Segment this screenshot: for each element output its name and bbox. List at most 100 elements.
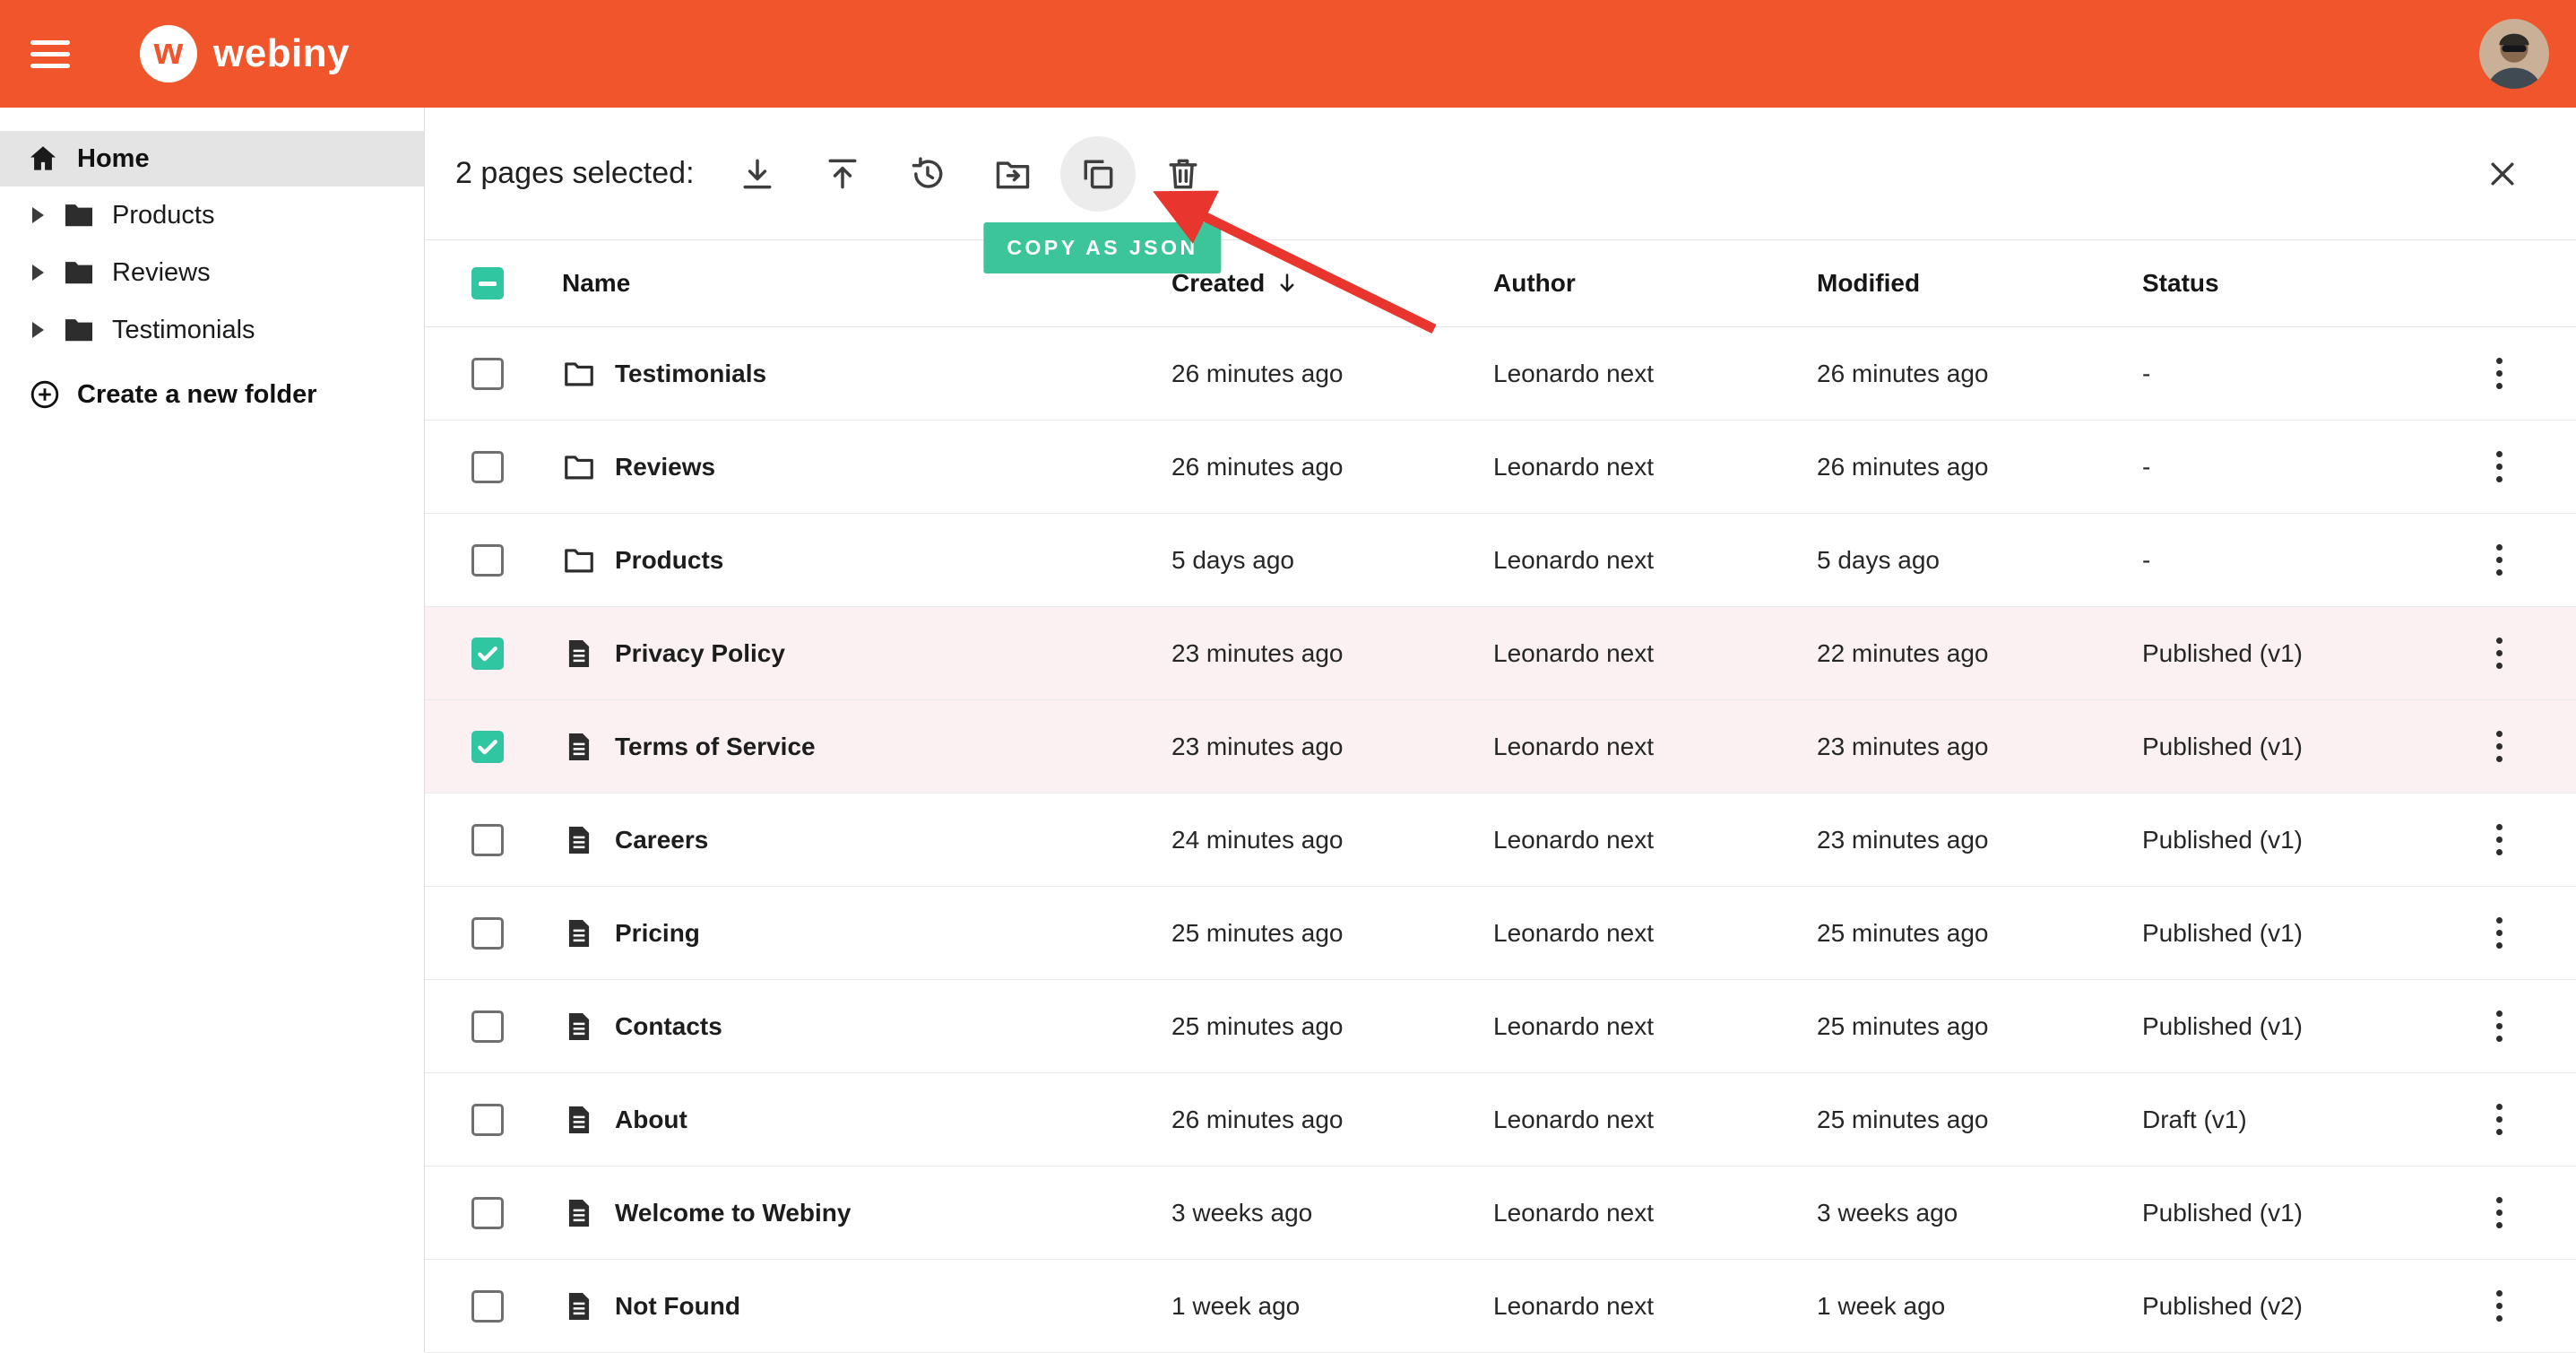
table-row[interactable]: Terms of Service 23 minutes ago Leonardo… (425, 700, 2576, 794)
row-name: Reviews (615, 453, 715, 481)
row-checkbox[interactable] (471, 358, 504, 390)
menu-icon[interactable] (30, 34, 81, 74)
download-button[interactable] (714, 131, 800, 217)
delete-button[interactable] (1140, 131, 1225, 217)
folder-icon (562, 543, 596, 577)
row-checkbox[interactable] (471, 451, 504, 483)
row-status: Published (v1) (2142, 639, 2468, 668)
table-row[interactable]: Products 5 days ago Leonardo next 5 days… (425, 514, 2576, 607)
row-name-cell[interactable]: Terms of Service (507, 730, 1171, 764)
copy-button[interactable] (1055, 131, 1140, 217)
sidebar-item-home[interactable]: Home (0, 131, 424, 186)
table-row[interactable]: Testimonials 26 minutes ago Leonardo nex… (425, 327, 2576, 421)
row-modified: 23 minutes ago (1817, 826, 2142, 854)
row-created: 26 minutes ago (1171, 1106, 1493, 1134)
sidebar: Home Products Reviews Testimonials (0, 108, 425, 1352)
table-row[interactable]: Welcome to Webiny 3 weeks ago Leonardo n… (425, 1167, 2576, 1260)
home-icon (27, 143, 59, 175)
row-modified: 26 minutes ago (1817, 453, 2142, 481)
row-author: Leonardo next (1493, 1106, 1817, 1134)
sidebar-folder-item[interactable]: Products (0, 186, 424, 244)
restore-button[interactable] (885, 131, 970, 217)
row-menu-button[interactable] (2489, 1190, 2510, 1236)
row-modified: 25 minutes ago (1817, 1012, 2142, 1041)
row-checkbox[interactable] (471, 1010, 504, 1043)
document-icon (562, 637, 596, 671)
row-checkbox[interactable] (471, 1197, 504, 1229)
table-row[interactable]: About 26 minutes ago Leonardo next 25 mi… (425, 1073, 2576, 1167)
row-menu-button[interactable] (2489, 444, 2510, 490)
document-icon (562, 730, 596, 764)
row-menu-button[interactable] (2489, 630, 2510, 676)
publish-button[interactable] (800, 131, 885, 217)
topbar: w webiny (0, 0, 2576, 108)
create-folder-button[interactable]: Create a new folder (0, 368, 323, 421)
row-name-cell[interactable]: Careers (507, 823, 1171, 857)
row-menu-button[interactable] (2489, 1097, 2510, 1142)
column-header-status[interactable]: Status (2142, 269, 2468, 298)
row-checkbox[interactable] (471, 637, 504, 670)
chevron-right-icon[interactable] (32, 207, 44, 223)
row-checkbox[interactable] (471, 917, 504, 950)
row-author: Leonardo next (1493, 453, 1817, 481)
row-name-cell[interactable]: About (507, 1103, 1171, 1137)
column-header-modified[interactable]: Modified (1817, 269, 2142, 298)
row-checkbox[interactable] (471, 544, 504, 577)
row-name-cell[interactable]: Pricing (507, 916, 1171, 950)
row-checkbox[interactable] (471, 824, 504, 856)
row-created: 23 minutes ago (1171, 733, 1493, 761)
row-menu-button[interactable] (2489, 1003, 2510, 1049)
page-body: Home Products Reviews Testimonials (0, 108, 2576, 1352)
row-name-cell[interactable]: Reviews (507, 450, 1171, 484)
column-header-created[interactable]: Created (1171, 269, 1493, 298)
table-row[interactable]: Pricing 25 minutes ago Leonardo next 25 … (425, 887, 2576, 980)
row-name-cell[interactable]: Testimonials (507, 357, 1171, 391)
move-to-folder-button[interactable] (970, 131, 1055, 217)
row-author: Leonardo next (1493, 546, 1817, 575)
row-modified: 26 minutes ago (1817, 360, 2142, 388)
document-icon (562, 1289, 596, 1323)
avatar[interactable] (2479, 19, 2549, 89)
select-all-checkbox[interactable] (471, 267, 504, 299)
table-body: Testimonials 26 minutes ago Leonardo nex… (425, 327, 2576, 1353)
row-menu-button[interactable] (2489, 817, 2510, 863)
webiny-logo[interactable]: w webiny (140, 25, 350, 82)
row-created: 25 minutes ago (1171, 1012, 1493, 1041)
row-modified: 1 week ago (1817, 1292, 2142, 1321)
row-created: 26 minutes ago (1171, 453, 1493, 481)
document-icon (562, 1196, 596, 1230)
table-row[interactable]: Not Found 1 week ago Leonardo next 1 wee… (425, 1260, 2576, 1353)
row-status: Published (v2) (2142, 1292, 2468, 1321)
sidebar-folder-item[interactable]: Testimonials (0, 301, 424, 359)
row-name-cell[interactable]: Products (507, 543, 1171, 577)
chevron-right-icon[interactable] (32, 322, 44, 338)
row-status: Draft (v1) (2142, 1106, 2468, 1134)
row-name-cell[interactable]: Welcome to Webiny (507, 1196, 1171, 1230)
row-checkbox[interactable] (471, 731, 504, 763)
row-created: 23 minutes ago (1171, 639, 1493, 668)
table-row[interactable]: Contacts 25 minutes ago Leonardo next 25… (425, 980, 2576, 1073)
row-name-cell[interactable]: Contacts (507, 1010, 1171, 1044)
row-status: Published (v1) (2142, 1199, 2468, 1227)
row-created: 25 minutes ago (1171, 919, 1493, 948)
row-menu-button[interactable] (2489, 724, 2510, 769)
table-row[interactable]: Reviews 26 minutes ago Leonardo next 26 … (425, 421, 2576, 514)
row-menu-button[interactable] (2489, 1283, 2510, 1329)
row-name: Not Found (615, 1292, 740, 1321)
row-checkbox[interactable] (471, 1290, 504, 1323)
row-status: Published (v1) (2142, 1012, 2468, 1041)
chevron-right-icon[interactable] (32, 265, 44, 281)
row-name: Careers (615, 826, 708, 854)
row-name-cell[interactable]: Privacy Policy (507, 637, 1171, 671)
table-row[interactable]: Privacy Policy 23 minutes ago Leonardo n… (425, 607, 2576, 700)
close-selection-button[interactable] (2483, 154, 2522, 194)
row-name-cell[interactable]: Not Found (507, 1289, 1171, 1323)
row-status: Published (v1) (2142, 733, 2468, 761)
row-checkbox[interactable] (471, 1104, 504, 1136)
row-menu-button[interactable] (2489, 910, 2510, 956)
row-menu-button[interactable] (2489, 537, 2510, 583)
column-header-author[interactable]: Author (1493, 269, 1817, 298)
sidebar-folder-item[interactable]: Reviews (0, 244, 424, 301)
row-menu-button[interactable] (2489, 351, 2510, 396)
table-row[interactable]: Careers 24 minutes ago Leonardo next 23 … (425, 794, 2576, 887)
